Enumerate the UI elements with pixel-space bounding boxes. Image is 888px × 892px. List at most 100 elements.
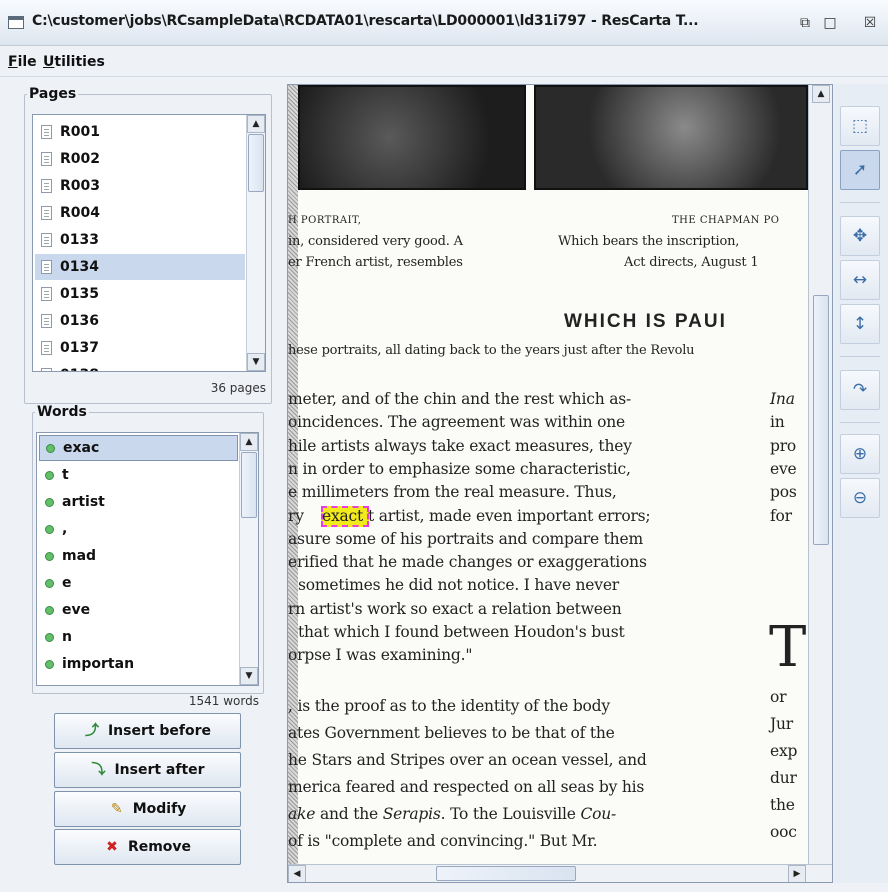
caption-left-2: in, considered very good. A xyxy=(288,234,463,249)
page-document-icon xyxy=(41,206,52,220)
words-scrollbar[interactable]: ▲ ▼ xyxy=(239,433,258,685)
word-status-icon xyxy=(45,632,54,642)
word-list-item[interactable]: mad xyxy=(39,543,238,569)
right-column-text: for xyxy=(770,506,792,525)
maximize-button[interactable]: □ xyxy=(821,14,839,32)
word-list-item[interactable]: eve xyxy=(39,597,238,623)
menu-file-rest: ile xyxy=(17,54,37,70)
body-text-line: erified that he made changes or exaggera… xyxy=(288,553,647,572)
word-status-icon xyxy=(45,470,54,480)
words-list[interactable]: exac t artist, mad e eve n importan t ▲ ▼ xyxy=(36,432,259,686)
pointer-icon[interactable]: ➚ xyxy=(840,150,880,190)
page-document-icon xyxy=(41,341,52,355)
menu-utilities[interactable]: Utilities xyxy=(43,54,105,70)
scroll-left-arrow[interactable]: ◀ xyxy=(288,865,306,882)
page-image[interactable]: H PORTRAIT, THE CHAPMAN PO in, considere… xyxy=(288,85,808,866)
page-label: 0134 xyxy=(60,259,99,275)
scroll-thumb[interactable] xyxy=(436,866,576,881)
scroll-up-arrow[interactable]: ▲ xyxy=(247,115,265,133)
modify-button[interactable]: ✎ Modify xyxy=(54,791,241,827)
zoom-in-icon[interactable]: ⊕ xyxy=(840,434,880,474)
window-title: C:\customer\jobs\RCsampleData\RCDATA01\r… xyxy=(32,13,699,29)
remove-button[interactable]: ✖ Remove xyxy=(54,829,241,865)
close-button[interactable]: ☒ xyxy=(861,14,879,32)
zoom-out-icon[interactable]: ⊖ xyxy=(840,478,880,518)
fit-height-icon[interactable]: ↕ xyxy=(840,304,880,344)
body-text-segment: Cou- xyxy=(580,805,617,823)
toolbar-divider xyxy=(840,422,880,423)
menu-bar: File Utilities xyxy=(0,47,888,77)
restore-button[interactable]: ⧉ xyxy=(796,14,814,32)
remove-x-icon: ✖ xyxy=(106,839,118,855)
word-status-icon xyxy=(45,551,54,561)
scroll-thumb[interactable] xyxy=(248,134,264,192)
scroll-right-arrow[interactable]: ▶ xyxy=(788,865,806,882)
body-text-line: of is "complete and convincing." But Mr. xyxy=(288,832,598,850)
pages-list[interactable]: R001 R002 R003 R004 0133 0134 0135 0136 0137 0138… xyxy=(32,114,266,372)
crop-select-icon[interactable]: ⬚ xyxy=(840,106,880,146)
drop-cap: T xyxy=(769,615,807,680)
fit-width-icon[interactable]: ↔ xyxy=(840,260,880,300)
body-text-segment: ake xyxy=(288,805,316,823)
right-column-text: Ina xyxy=(770,390,795,408)
page-list-item[interactable]: 0136 xyxy=(35,308,245,334)
page-list-item[interactable]: R003 xyxy=(35,173,245,199)
scroll-down-arrow[interactable]: ▼ xyxy=(240,667,258,685)
body-text-line: merica feared and respected on all seas … xyxy=(288,778,645,796)
document-viewer[interactable]: H PORTRAIT, THE CHAPMAN PO in, considere… xyxy=(287,84,833,883)
scroll-up-arrow[interactable]: ▲ xyxy=(240,433,258,451)
menu-file[interactable]: File xyxy=(8,54,37,70)
caption-right-3: Act directs, August 1 xyxy=(624,255,759,270)
page-label: 0137 xyxy=(60,340,99,356)
insert-before-button[interactable]: ⤴ Insert before xyxy=(54,713,241,749)
page-label: 0136 xyxy=(60,313,99,329)
scroll-up-arrow[interactable]: ▲ xyxy=(812,85,830,103)
page-list-item[interactable]: 0135 xyxy=(35,281,245,307)
page-list-item[interactable]: 0138 xyxy=(35,362,245,371)
page-list-item[interactable]: R002 xyxy=(35,146,245,172)
body-text-line: n in order to emphasize some characteris… xyxy=(288,459,631,478)
portrait-photo-left xyxy=(298,85,526,190)
page-label: R002 xyxy=(60,151,101,167)
highlighted-word[interactable]: exact xyxy=(322,507,363,525)
word-label: e xyxy=(62,575,72,591)
word-list-item[interactable]: n xyxy=(39,624,238,650)
word-list-item[interactable]: exac xyxy=(39,435,238,461)
insert-before-icon: ⤴ xyxy=(84,723,99,739)
toolbar-divider xyxy=(840,356,880,357)
body-text-line: t artist, made even important errors; xyxy=(368,506,651,525)
word-label: t xyxy=(62,683,69,685)
word-list-item[interactable]: e xyxy=(39,570,238,596)
word-label: eve xyxy=(62,602,91,618)
rotate-icon[interactable]: ↷ xyxy=(840,370,880,410)
page-document-icon xyxy=(41,368,52,371)
insert-before-label: Insert before xyxy=(107,723,212,739)
menu-file-mnemonic: F xyxy=(8,54,18,70)
page-list-item[interactable]: R001 xyxy=(35,119,245,145)
move-icon[interactable]: ✥ xyxy=(840,216,880,256)
caption-left-3: er French artist, resembles xyxy=(288,255,463,270)
pencil-icon: ✎ xyxy=(110,801,123,817)
page-document-icon xyxy=(41,314,52,328)
word-list-item[interactable]: artist xyxy=(39,489,238,515)
document-vertical-scrollbar[interactable]: ▲ xyxy=(808,85,832,866)
word-status-icon xyxy=(45,605,54,615)
menu-utilities-rest: tilities xyxy=(54,54,105,70)
right-column-text: pro xyxy=(770,436,797,455)
caption-right-1: THE CHAPMAN PO xyxy=(672,215,780,226)
page-list-item[interactable]: 0137 xyxy=(35,335,245,361)
pages-scrollbar[interactable]: ▲ ▼ xyxy=(246,115,265,371)
page-list-item[interactable]: R004 xyxy=(35,200,245,226)
page-list-item[interactable]: 0134 xyxy=(35,254,245,280)
scroll-thumb[interactable] xyxy=(813,295,829,545)
word-list-item[interactable]: t xyxy=(39,462,238,488)
word-list-item[interactable]: importan xyxy=(39,651,238,677)
word-list-item[interactable]: t xyxy=(39,678,238,685)
scroll-down-arrow[interactable]: ▼ xyxy=(247,353,265,371)
scroll-thumb[interactable] xyxy=(241,452,257,518)
page-list-item[interactable]: 0133 xyxy=(35,227,245,253)
word-list-item[interactable]: , xyxy=(39,516,238,542)
right-column-text: ooc xyxy=(770,823,797,841)
document-horizontal-scrollbar[interactable]: ◀ ▶ xyxy=(288,864,832,882)
insert-after-button[interactable]: ⤵ Insert after xyxy=(54,752,241,788)
